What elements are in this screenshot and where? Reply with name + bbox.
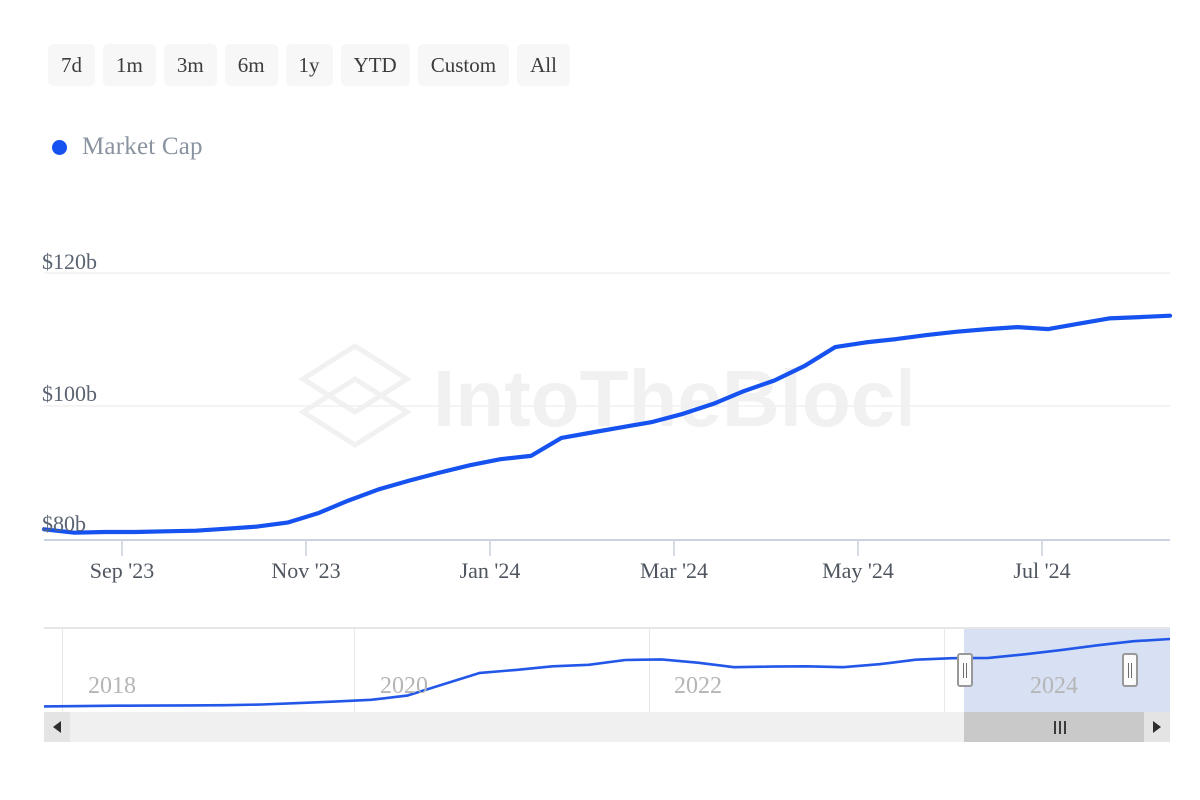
gridlines [44, 272, 1170, 407]
x-axis-label-mar-24: Mar '24 [639, 558, 709, 583]
legend-color-dot-icon [52, 139, 67, 155]
range-button-7d[interactable]: 7d [48, 44, 95, 86]
range-button-3m[interactable]: 3m [163, 44, 217, 86]
navigator-year-2018: 2018 [88, 673, 136, 699]
x-axis-ticks [121, 540, 1043, 556]
x-axis-label-nov-23: Nov '23 [271, 558, 341, 583]
range-button-ytd[interactable]: YTD [340, 44, 410, 86]
svg-text:IntoTheBlock: IntoTheBlock [433, 354, 910, 443]
x-axis-label-sep-23: Sep '23 [89, 558, 155, 583]
legend-label: Market Cap [82, 133, 203, 160]
navigator-scrollbar[interactable] [44, 712, 1170, 742]
navigator-series-line [44, 637, 1170, 708]
scroll-left-button[interactable] [44, 712, 70, 742]
navigator[interactable]: 2018 2020 2022 2024 [44, 627, 1170, 712]
range-button-all[interactable]: All [517, 44, 570, 86]
scroll-right-button[interactable] [1144, 712, 1170, 742]
intotheblock-watermark: IntoTheBlock [298, 343, 910, 448]
scrollbar-thumb[interactable] [964, 712, 1156, 742]
navigator-year-2022: 2022 [674, 673, 722, 699]
y-axis-label-120b: $120b [42, 249, 97, 274]
range-button-1m[interactable]: 1m [103, 44, 156, 86]
y-axis-label-100b: $100b [42, 381, 97, 406]
navigator-year-2024: 2024 [1030, 673, 1078, 699]
range-button-6m[interactable]: 6m [224, 44, 278, 86]
navigator-handle-right[interactable] [1122, 653, 1138, 687]
legend-item-market-cap[interactable]: Market Cap [52, 133, 203, 161]
x-axis-label-may-24: May '24 [822, 558, 894, 583]
x-axis-label-jul-24: Jul '24 [1013, 558, 1071, 583]
range-button-custom[interactable]: Custom [417, 44, 510, 86]
market-cap-line [41, 313, 1173, 535]
x-axis-label-jan-24: Jan '24 [459, 558, 521, 583]
y-axis-label-80b: $80b [42, 511, 86, 536]
triangle-right-icon [1153, 721, 1161, 733]
navigator-year-2020: 2020 [380, 673, 428, 699]
market-cap-chart-widget: 7d 1m 3m 6m 1y YTD Custom All Market Cap… [0, 0, 1200, 800]
range-selector: 7d 1m 3m 6m 1y YTD Custom All [48, 44, 570, 86]
scrollbar-track[interactable] [70, 712, 1156, 742]
range-button-1y[interactable]: 1y [285, 44, 333, 86]
triangle-left-icon [53, 721, 61, 733]
navigator-handle-left[interactable] [957, 653, 973, 687]
